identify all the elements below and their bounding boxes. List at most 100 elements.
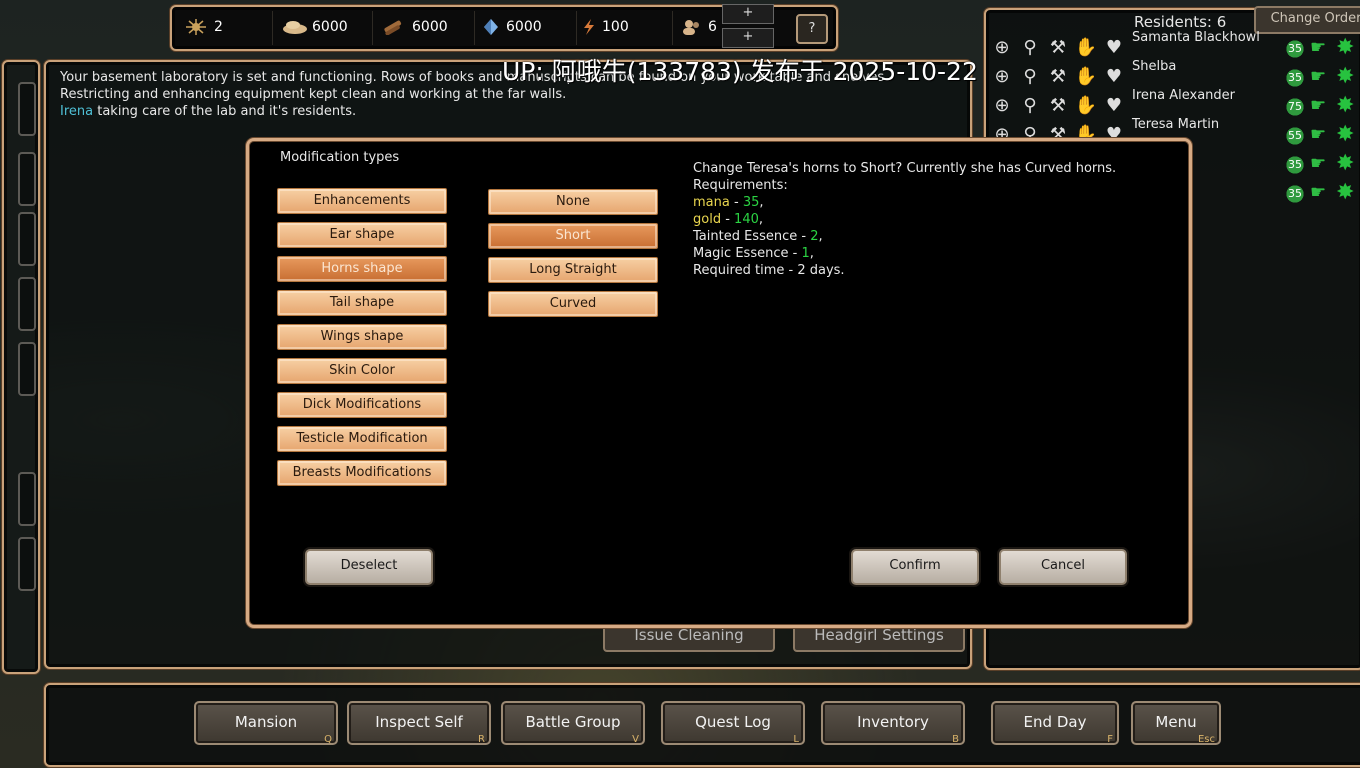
resident-name[interactable]: Irena Alexander [1132, 88, 1235, 103]
hand-icon[interactable]: ✋ [1074, 66, 1098, 87]
heart-icon[interactable]: ♥ [1102, 66, 1126, 87]
tools-icon[interactable]: ⚒ [1046, 66, 1070, 87]
heart-icon[interactable]: ♥ [1102, 37, 1126, 58]
modification-type-button[interactable]: Skin Color [277, 358, 447, 384]
heart-icon[interactable]: ♥ [1102, 95, 1126, 116]
side-tab[interactable] [18, 342, 36, 396]
nav-button-end-day[interactable]: End Day F [991, 701, 1119, 745]
resident-name[interactable]: Samanta Blackhowl [1132, 30, 1260, 45]
status-burst-icon: ✸ [1336, 151, 1355, 176]
description-line: Irena taking care of the lab and it's re… [60, 103, 940, 120]
status-burst-icon: ✸ [1336, 122, 1355, 147]
modification-type-button[interactable]: Enhancements [277, 188, 447, 214]
side-tab[interactable] [18, 472, 36, 526]
nav-button-label: Battle Group [525, 713, 621, 731]
pointing-hand-icon[interactable]: ☛ [1310, 153, 1326, 174]
resident-stat-badge: 35 [1284, 38, 1306, 60]
resident-stat-badge: 75 [1284, 96, 1306, 118]
nav-button-mansion[interactable]: Mansion Q [194, 701, 338, 745]
status-burst-icon: ✸ [1336, 180, 1355, 205]
inspect-icon[interactable]: ⚲ [1018, 95, 1042, 116]
cancel-button[interactable]: Cancel [999, 549, 1127, 585]
modification-type-button[interactable]: Testicle Modification [277, 426, 447, 452]
modification-info: Change Teresa's horns to Short? Currentl… [693, 160, 1116, 279]
deselect-button[interactable]: Deselect [305, 549, 433, 585]
lightning-icon [582, 19, 596, 35]
side-tab[interactable] [18, 277, 36, 331]
nav-button-quest-log[interactable]: Quest Log L [661, 701, 805, 745]
pointing-hand-icon[interactable]: ☛ [1310, 37, 1326, 58]
side-tab[interactable] [18, 537, 36, 591]
resident-stat-badge: 35 [1284, 67, 1306, 89]
modification-type-button[interactable]: Dick Modifications [277, 392, 447, 418]
gold-requirement: gold - 140, [693, 212, 764, 227]
inspect-icon[interactable]: ⚲ [1018, 37, 1042, 58]
nav-button-label: Mansion [234, 713, 298, 731]
nav-button-menu[interactable]: Menu Esc [1131, 701, 1221, 745]
modification-type-button[interactable]: Breasts Modifications [277, 460, 447, 486]
confirm-button[interactable]: Confirm [851, 549, 979, 585]
plus-button-bottom[interactable]: + [722, 28, 774, 48]
mana-crystal-icon [482, 19, 500, 35]
wood-icon [382, 19, 406, 36]
food-count: 6000 [312, 19, 348, 35]
tools-icon[interactable]: ⚒ [1046, 95, 1070, 116]
status-burst-icon: ✸ [1336, 35, 1355, 60]
requirements-label: Requirements: [693, 178, 788, 193]
help-button[interactable]: ? [796, 14, 828, 44]
modification-type-button[interactable]: Ear shape [277, 222, 447, 248]
nav-button-inventory[interactable]: Inventory B [821, 701, 965, 745]
pointing-hand-icon[interactable]: ☛ [1310, 95, 1326, 116]
side-tab[interactable] [18, 152, 36, 206]
nav-button-inspect-self[interactable]: Inspect Self R [347, 701, 491, 745]
horn-option-button[interactable]: None [488, 189, 658, 215]
hotkey-hint: R [478, 734, 485, 745]
portal-icon [184, 19, 208, 35]
horn-option-button[interactable]: Short [488, 223, 658, 249]
pointing-hand-icon[interactable]: ☛ [1310, 182, 1326, 203]
description-text: taking care of the lab and it's resident… [93, 104, 357, 119]
portals-count: 2 [214, 19, 223, 35]
vitruvian-icon[interactable]: ⊕ [990, 66, 1014, 87]
vitruvian-icon[interactable]: ⊕ [990, 37, 1014, 58]
population-count: 6 [708, 19, 717, 35]
pointing-hand-icon[interactable]: ☛ [1310, 124, 1326, 145]
food-resource: 6000 [282, 19, 348, 35]
modification-type-button[interactable]: Tail shape [277, 290, 447, 316]
modification-type-button[interactable]: Wings shape [277, 324, 447, 350]
change-order-button[interactable]: Change Order [1254, 6, 1360, 34]
hotkey-hint: V [632, 734, 639, 745]
horn-option-button[interactable]: Long Straight [488, 257, 658, 283]
modification-question: Change Teresa's horns to Short? Currentl… [693, 161, 1117, 176]
resident-name[interactable]: Teresa Martin [1132, 117, 1219, 132]
side-tab[interactable] [18, 212, 36, 266]
plus-button-top[interactable]: + [722, 4, 774, 24]
nav-button-label: Inventory [857, 713, 929, 731]
hotkey-hint: Esc [1197, 734, 1215, 745]
nav-button-battle-group[interactable]: Battle Group V [501, 701, 645, 745]
horn-option-button[interactable]: Curved [488, 291, 658, 317]
hand-icon[interactable]: ✋ [1074, 37, 1098, 58]
nav-button-label: Menu [1155, 713, 1197, 731]
watermark-text: UP: 阿哦牛(133783) 发布于 2025-10-22 [502, 57, 978, 86]
energy-resource: 100 [582, 19, 629, 35]
nav-button-label: End Day [1023, 713, 1087, 731]
hotkey-hint: B [952, 734, 959, 745]
portals-resource: 2 [184, 19, 223, 35]
pointing-hand-icon[interactable]: ☛ [1310, 66, 1326, 87]
nav-button-label: Inspect Self [375, 713, 463, 731]
hotkey-hint: Q [324, 734, 332, 745]
side-tab[interactable] [18, 82, 36, 136]
inspect-icon[interactable]: ⚲ [1018, 66, 1042, 87]
energy-count: 100 [602, 19, 629, 35]
resident-name[interactable]: Shelba [1132, 59, 1176, 74]
modification-type-button[interactable]: Horns shape [277, 256, 447, 282]
resident-stat-badge: 35 [1284, 183, 1306, 205]
hand-icon[interactable]: ✋ [1074, 95, 1098, 116]
hotkey-hint: L [793, 734, 799, 745]
vitruvian-icon[interactable]: ⊕ [990, 95, 1014, 116]
modification-dialog: Modification types Enhancements Ear shape… [246, 138, 1192, 628]
population-resource: 6 [682, 19, 717, 35]
tools-icon[interactable]: ⚒ [1046, 37, 1070, 58]
resident-link[interactable]: Irena [60, 104, 93, 119]
